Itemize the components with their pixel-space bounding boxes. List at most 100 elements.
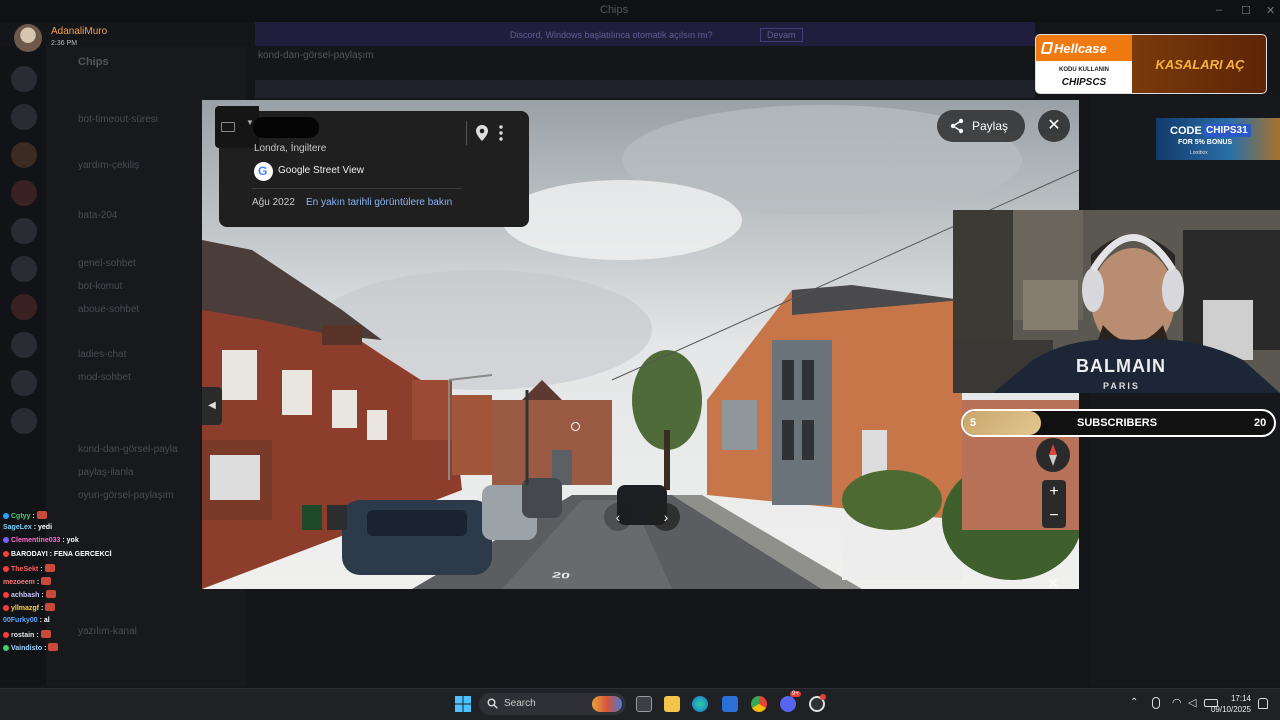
chat-username: TheSekt xyxy=(11,565,39,573)
close-icon[interactable]: ✕ xyxy=(1038,110,1070,142)
google-logo-icon: G xyxy=(254,162,273,181)
chat-text: : xyxy=(40,605,44,613)
notice-action[interactable]: Devam xyxy=(760,28,803,42)
edge-icon[interactable] xyxy=(692,696,708,712)
chat-message: Vaindisto : xyxy=(3,643,59,654)
file-explorer-icon[interactable] xyxy=(664,696,680,712)
user-name[interactable]: AdanaliMuro xyxy=(51,26,107,37)
emote-icon xyxy=(45,590,56,599)
subscriber-goal-bar: 5 SUBSCRIBERS 20 xyxy=(961,409,1276,437)
server-icon[interactable] xyxy=(11,180,37,206)
speaker-icon[interactable]: ◁ xyxy=(1188,696,1196,709)
server-icon[interactable] xyxy=(11,332,37,358)
message-strip xyxy=(255,80,1035,98)
recent-imagery-link[interactable]: En yakın tarihli görüntülere bakın xyxy=(306,197,452,208)
zoom-out-icon[interactable]: − xyxy=(1042,505,1066,527)
windows-start-icon[interactable] xyxy=(455,696,471,712)
channel-item[interactable]: genel-sohbet xyxy=(78,258,136,269)
location-text: Londra, İngiltere xyxy=(254,143,327,154)
emote-icon xyxy=(45,603,56,612)
clock-date[interactable]: 09/10/2025 xyxy=(1209,705,1251,714)
channel-header: kond-dan-görsel-paylaşım xyxy=(258,50,374,61)
redacted-address xyxy=(253,117,319,138)
chat-username: Vaindisto xyxy=(11,645,43,652)
channel-item[interactable]: kond-dan-görsel-payla xyxy=(78,444,178,455)
badge-icon xyxy=(3,592,9,599)
channel-item[interactable]: aboue-sohbet xyxy=(78,304,139,315)
chat-text: : xyxy=(32,513,35,520)
maximize-icon[interactable]: ☐ xyxy=(1241,4,1251,17)
chat-username: BARODAYI xyxy=(11,550,48,558)
navigate-forward-icon[interactable]: › xyxy=(652,503,680,531)
avatar[interactable] xyxy=(14,24,42,52)
discord-icon[interactable] xyxy=(780,696,796,712)
subscriber-goal: 20 xyxy=(1254,417,1267,429)
channel-item[interactable]: ladies-chat xyxy=(78,349,126,360)
server-icon[interactable] xyxy=(11,104,37,130)
chat-message: SageLex : yedi xyxy=(3,524,52,535)
chat-username: 00Furky00 xyxy=(3,616,38,624)
channel-item[interactable]: paylaş-ilanla xyxy=(78,467,134,478)
chat-text: : FENA GERCEKCİ xyxy=(49,550,112,558)
close-window-icon[interactable]: ✕ xyxy=(1266,4,1275,17)
chevron-up-icon[interactable]: ⌃ xyxy=(1130,697,1138,708)
server-icon[interactable] xyxy=(11,370,37,396)
server-icon[interactable] xyxy=(11,294,37,320)
chat-message: achbash : xyxy=(3,590,56,601)
server-icon[interactable] xyxy=(11,142,37,168)
chat-message: TheSekt : xyxy=(3,563,55,575)
subscriber-label: SUBSCRIBERS xyxy=(1077,417,1158,429)
emote-icon xyxy=(36,511,47,519)
app-badge xyxy=(820,694,826,700)
code-ad: CODE CHIPS31 FOR 5% BONUS Lootbox xyxy=(1156,118,1280,160)
navigate-back-icon[interactable]: ‹ xyxy=(604,503,632,531)
chrome-icon[interactable] xyxy=(751,696,767,712)
notification-bell-icon[interactable] xyxy=(1258,698,1268,709)
server-icon[interactable] xyxy=(11,408,37,434)
channel-item[interactable]: bot-komut xyxy=(78,281,122,292)
channel-item[interactable]: bata-204 xyxy=(78,210,117,221)
chat-text: : yedi xyxy=(33,524,53,532)
search-icon xyxy=(487,698,498,709)
channel-item[interactable]: bot-timeout-süresi xyxy=(78,114,158,125)
server-icon[interactable] xyxy=(11,256,37,282)
ad-cta: KASALARI AÇ xyxy=(1155,57,1245,72)
server-name: Chips xyxy=(78,56,109,68)
notice-text: Discord, Windows başlatılınca otomatik a… xyxy=(510,30,713,40)
chat-text: : xyxy=(44,645,47,652)
server-icon[interactable] xyxy=(11,66,37,92)
search-highlight-icon xyxy=(592,696,622,712)
microphone-icon[interactable] xyxy=(1152,697,1160,709)
channel-item[interactable]: yazılım-kanal xyxy=(78,626,137,637)
chat-username: rostain xyxy=(11,631,35,639)
task-view-icon[interactable] xyxy=(636,696,652,712)
minimize-icon[interactable]: – xyxy=(1216,4,1222,16)
close-viewer-icon[interactable]: ✕ xyxy=(1045,575,1061,591)
chat-text: : xyxy=(36,579,40,586)
server-icon[interactable] xyxy=(11,218,37,244)
chat-text: : al xyxy=(39,616,50,624)
map-pin-icon[interactable] xyxy=(474,124,490,142)
chat-message: Clementine033 : yok xyxy=(3,537,79,548)
emote-icon xyxy=(40,629,51,638)
chat-text: : xyxy=(36,631,39,639)
badge-icon xyxy=(3,565,9,572)
more-options-icon[interactable] xyxy=(496,124,506,142)
zoom-in-icon[interactable]: + xyxy=(1042,481,1066,503)
badge-icon xyxy=(3,631,9,638)
share-button[interactable]: Paylaş xyxy=(937,110,1025,142)
chat-username: yllmazgf xyxy=(11,605,40,613)
channel-item[interactable]: mod-sohbet xyxy=(78,372,131,383)
clock-time[interactable]: 17:14 xyxy=(1215,694,1251,703)
card-separator xyxy=(252,188,462,189)
capture-date: Ağu 2022 xyxy=(252,197,295,208)
channel-item[interactable]: yardım-çekiliş xyxy=(78,160,139,171)
discord-badge: 9+ xyxy=(790,691,801,697)
badge-icon xyxy=(3,550,9,557)
compass-icon[interactable] xyxy=(1036,438,1070,472)
chat-username: mezoeem xyxy=(3,579,35,586)
wifi-icon[interactable]: ◠ xyxy=(1172,696,1182,709)
store-icon[interactable] xyxy=(722,696,738,712)
collapse-panel-icon[interactable]: ◀ xyxy=(202,387,222,425)
channel-item[interactable]: oyun-görsel-paylaşım xyxy=(78,490,174,501)
